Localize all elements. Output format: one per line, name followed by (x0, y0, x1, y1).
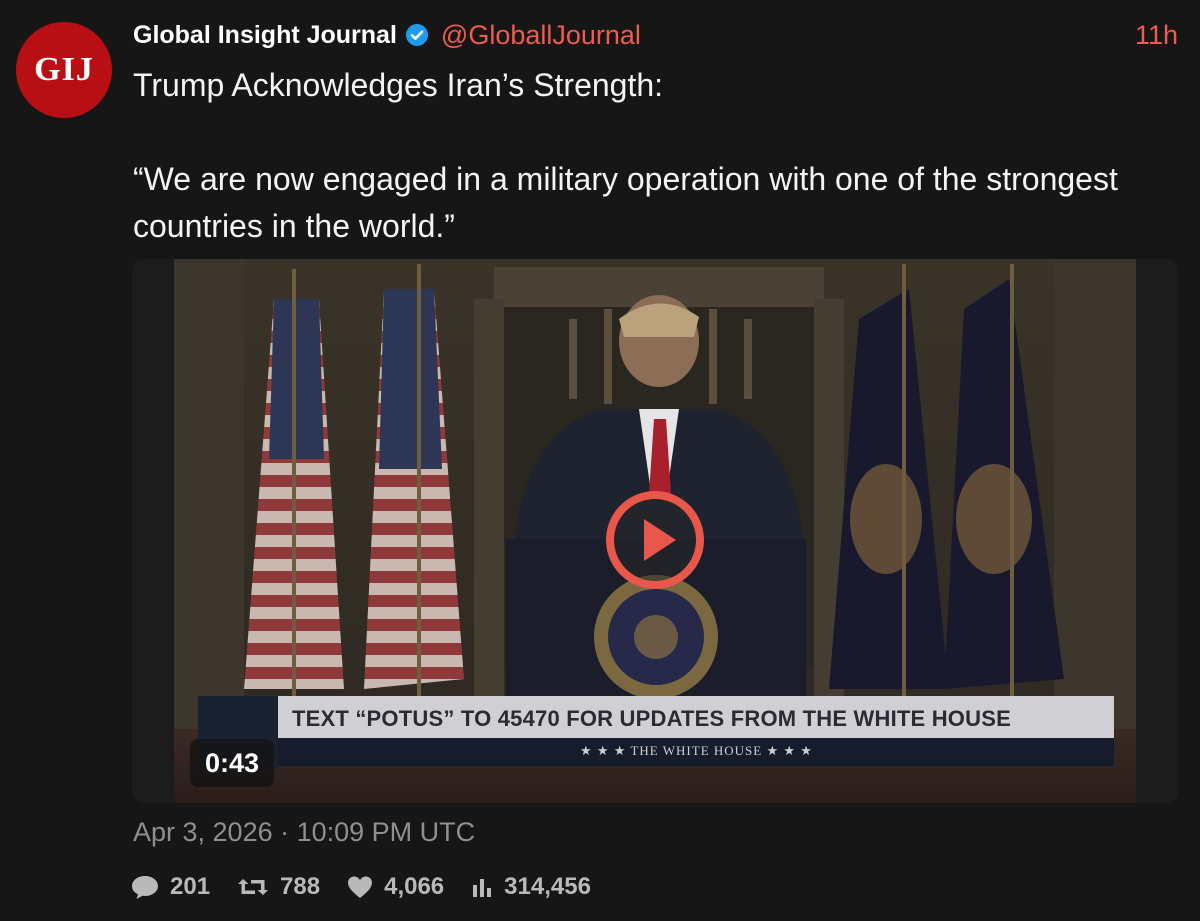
verified-badge-icon (405, 23, 429, 47)
time-ago[interactable]: 11h (1135, 20, 1178, 51)
post-stats: 201 788 4,066 314,456 (130, 867, 617, 907)
post-timestamp[interactable]: Apr 3, 2026 · 10:09 PM UTC (133, 817, 475, 848)
repost-icon (238, 879, 269, 895)
video-duration: 0:43 (190, 739, 274, 787)
display-name[interactable]: Global Insight Journal (133, 21, 397, 50)
avatar-text: GIJ (34, 51, 94, 88)
comment-icon (132, 876, 158, 899)
post-header: Global Insight Journal @GloballJournal 1… (133, 16, 1178, 54)
like-count: 4,066 (384, 873, 445, 900)
video-lower-third-sub: ★ ★ ★ THE WHITE HOUSE ★ ★ ★ (580, 743, 813, 758)
post-text: Trump Acknowledges Iran’s Strength: “We … (133, 62, 1153, 250)
avatar[interactable]: GIJ (16, 22, 112, 118)
play-icon (606, 491, 704, 589)
author-handle[interactable]: @GloballJournal (441, 20, 641, 51)
like-button[interactable]: 4,066 (346, 873, 444, 901)
view-count: 314,456 (504, 873, 591, 900)
post-text-quote: “We are now engaged in a military operat… (133, 161, 1118, 244)
views-chart-icon (473, 879, 492, 897)
reply-count: 201 (170, 873, 211, 900)
repost-button[interactable]: 788 (236, 873, 320, 901)
heart-icon (348, 876, 373, 898)
repost-count: 788 (280, 873, 321, 900)
views-button[interactable]: 314,456 (470, 873, 591, 901)
video-lower-third: TEXT “POTUS” TO 45470 FOR UPDATES FROM T… (292, 706, 1011, 731)
reply-button[interactable]: 201 (130, 873, 210, 901)
post-card: GIJ Global Insight Journal @GloballJourn… (0, 0, 1200, 921)
play-button[interactable] (604, 489, 706, 591)
post-text-line1: Trump Acknowledges Iran’s Strength: (133, 67, 664, 103)
video-player[interactable]: TEXT “POTUS” TO 45470 FOR UPDATES FROM T… (132, 259, 1178, 803)
